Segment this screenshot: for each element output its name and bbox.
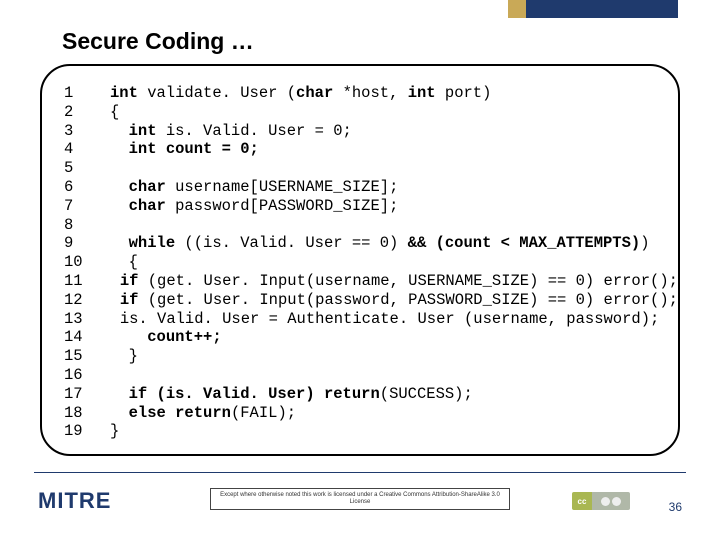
code-listing: 1int validate. User (char *host, int por… [40,64,680,456]
code-text: { [110,103,656,122]
code-line: 13 is. Valid. User = Authenticate. User … [64,310,656,329]
code-line: 19} [64,422,656,441]
header-accent [508,0,678,18]
code-text [110,216,656,235]
code-line: 6 char username[USERNAME_SIZE]; [64,178,656,197]
line-number: 16 [64,366,110,385]
slide-title: Secure Coding … [62,28,254,55]
line-number: 14 [64,328,110,347]
line-number: 19 [64,422,110,441]
accent-navy [526,0,678,18]
code-text: if (get. User. Input(password, PASSWORD_… [83,291,678,310]
code-line: 17 if (is. Valid. User) return(SUCCESS); [64,385,656,404]
line-number: 8 [64,216,110,235]
code-line: 2{ [64,103,656,122]
line-number: 15 [64,347,110,366]
line-number: 3 [64,122,110,141]
accent-gold [508,0,526,18]
code-line: 12 if (get. User. Input(password, PASSWO… [64,291,656,310]
code-text: else return(FAIL); [110,404,656,423]
line-number: 9 [64,234,110,253]
code-line: 9 while ((is. Valid. User == 0) && (coun… [64,234,656,253]
cc-terms-icon [592,492,630,510]
line-number: 1 [64,84,110,103]
code-text: if (is. Valid. User) return(SUCCESS); [110,385,656,404]
license-text: Except where otherwise noted this work i… [210,488,510,510]
footer-rule [34,472,686,473]
code-line: 7 char password[PASSWORD_SIZE]; [64,197,656,216]
code-line: 5 [64,159,656,178]
line-number: 4 [64,140,110,159]
line-number: 13 [64,310,83,329]
code-line: 4 int count = 0; [64,140,656,159]
code-text: char password[PASSWORD_SIZE]; [110,197,656,216]
code-text: int is. Valid. User = 0; [110,122,656,141]
code-text: int validate. User (char *host, int port… [110,84,656,103]
code-text: int count = 0; [110,140,656,159]
code-text: { [110,253,656,272]
code-text [110,159,656,178]
line-number: 11 [64,272,83,291]
line-number: 12 [64,291,83,310]
mitre-logo: MITRE [38,488,111,514]
code-text: } [110,347,656,366]
code-line: 16 [64,366,656,385]
code-line: 1int validate. User (char *host, int por… [64,84,656,103]
line-number: 7 [64,197,110,216]
line-number: 10 [64,253,110,272]
code-line: 11 if (get. User. Input(username, USERNA… [64,272,656,291]
code-line: 15 } [64,347,656,366]
line-number: 6 [64,178,110,197]
line-number: 18 [64,404,110,423]
code-line: 14 count++; [64,328,656,347]
code-line: 3 int is. Valid. User = 0; [64,122,656,141]
code-text: char username[USERNAME_SIZE]; [110,178,656,197]
page-number: 36 [669,500,682,514]
code-text: if (get. User. Input(username, USERNAME_… [83,272,678,291]
code-text: while ((is. Valid. User == 0) && (count … [110,234,656,253]
code-text: is. Valid. User = Authenticate. User (us… [83,310,660,329]
code-line: 18 else return(FAIL); [64,404,656,423]
cc-icon: cc [572,492,592,510]
code-line: 10 { [64,253,656,272]
line-number: 5 [64,159,110,178]
code-text [110,366,656,385]
code-line: 8 [64,216,656,235]
code-text: count++; [110,328,656,347]
line-number: 17 [64,385,110,404]
code-text: } [110,422,656,441]
cc-license-badge: cc [572,492,630,510]
line-number: 2 [64,103,110,122]
